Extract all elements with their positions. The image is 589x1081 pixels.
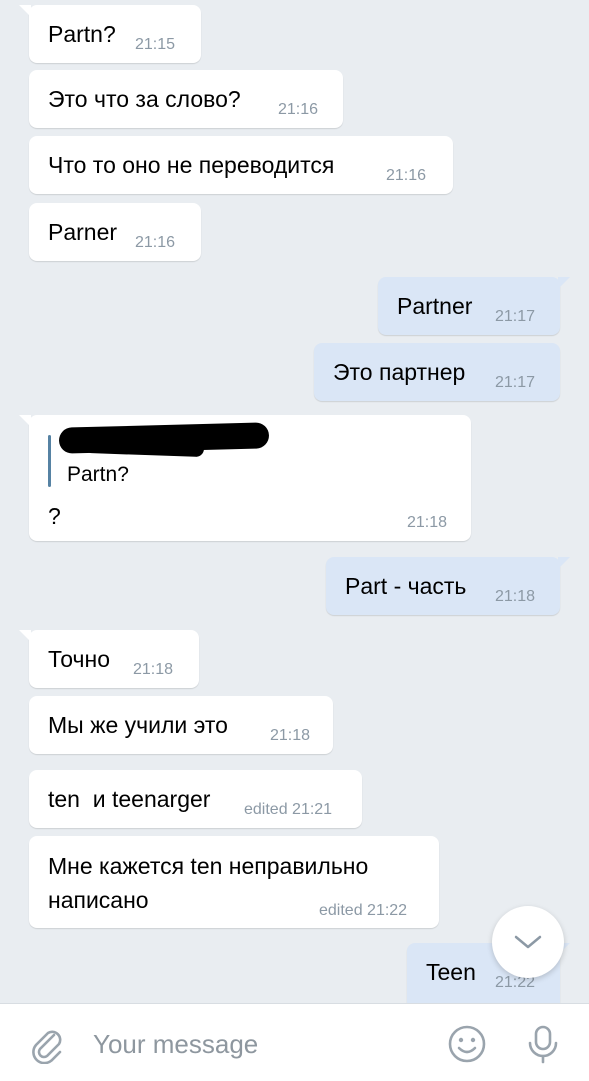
message-text: Что то оно не переводится — [48, 152, 335, 178]
emoji-button[interactable] — [447, 1024, 487, 1064]
message-text: Точно — [48, 646, 111, 672]
message-time: 21:17 — [495, 308, 536, 325]
chevron-down-icon — [514, 935, 542, 949]
voice-record-button[interactable] — [525, 1024, 561, 1064]
message-time: 21:18 — [270, 727, 311, 744]
message-incoming[interactable]: ten и teenarger edited 21:21 — [29, 770, 362, 828]
microphone-icon — [528, 1025, 558, 1064]
reply-quote-text: Partn? — [67, 463, 129, 486]
message-outgoing[interactable]: Это партнер 21:17 — [314, 343, 560, 401]
message-incoming[interactable]: Мне кажется ten неправильно написано edi… — [29, 836, 439, 928]
reply-quote-bar — [48, 435, 51, 487]
message-time: 21:16 — [386, 167, 427, 184]
message-time: 21:17 — [495, 374, 536, 391]
message-text: Это что за слово? — [48, 86, 241, 112]
chat-history: Partn? 21:15 Это что за слово? 21:16 Что… — [0, 0, 589, 1003]
message-text: Part - часть — [345, 573, 467, 599]
message-outgoing[interactable]: Part - часть 21:18 — [326, 557, 570, 615]
message-text: Partn? — [48, 21, 116, 47]
message-time: 21:18 — [407, 514, 448, 531]
message-text: Partner — [397, 293, 473, 319]
message-time: edited 21:22 — [319, 902, 408, 919]
message-time: 21:16 — [135, 234, 176, 251]
message-time: edited 21:21 — [244, 801, 333, 818]
message-input[interactable]: Your message — [93, 1026, 413, 1062]
smile-icon — [448, 1025, 486, 1063]
message-text: Parner — [48, 219, 118, 245]
message-text: ? — [48, 503, 61, 529]
message-outgoing[interactable]: Partner 21:17 — [378, 277, 570, 335]
message-incoming-reply[interactable]: Partn? ? 21:18 — [19, 415, 471, 541]
message-text: ten и teenarger — [48, 786, 211, 812]
message-incoming[interactable]: Это что за слово? 21:16 — [29, 70, 343, 128]
message-incoming[interactable]: Partn? 21:15 — [19, 5, 201, 63]
message-text: Мы же учили это — [48, 712, 228, 738]
scroll-to-bottom-button[interactable] — [492, 906, 564, 978]
message-incoming[interactable]: Мы же учили это 21:18 — [29, 696, 333, 754]
message-time: 21:16 — [278, 101, 319, 118]
message-incoming[interactable]: Что то оно не переводится 21:16 — [29, 136, 453, 194]
message-composer: Your message — [0, 1003, 589, 1081]
message-text-line-2: написано — [48, 887, 149, 913]
message-incoming[interactable]: Точно 21:18 — [19, 630, 199, 688]
paperclip-icon — [32, 1030, 62, 1065]
message-incoming[interactable]: Parner 21:16 — [29, 203, 201, 261]
message-text: Teen — [426, 959, 476, 985]
message-time: 21:18 — [495, 588, 536, 605]
message-time: 21:15 — [135, 36, 176, 53]
message-text: Это партнер — [333, 359, 466, 385]
attach-button[interactable] — [27, 1024, 67, 1065]
message-text-line-1: Мне кажется ten неправильно — [48, 853, 369, 879]
message-time: 21:18 — [133, 661, 174, 678]
